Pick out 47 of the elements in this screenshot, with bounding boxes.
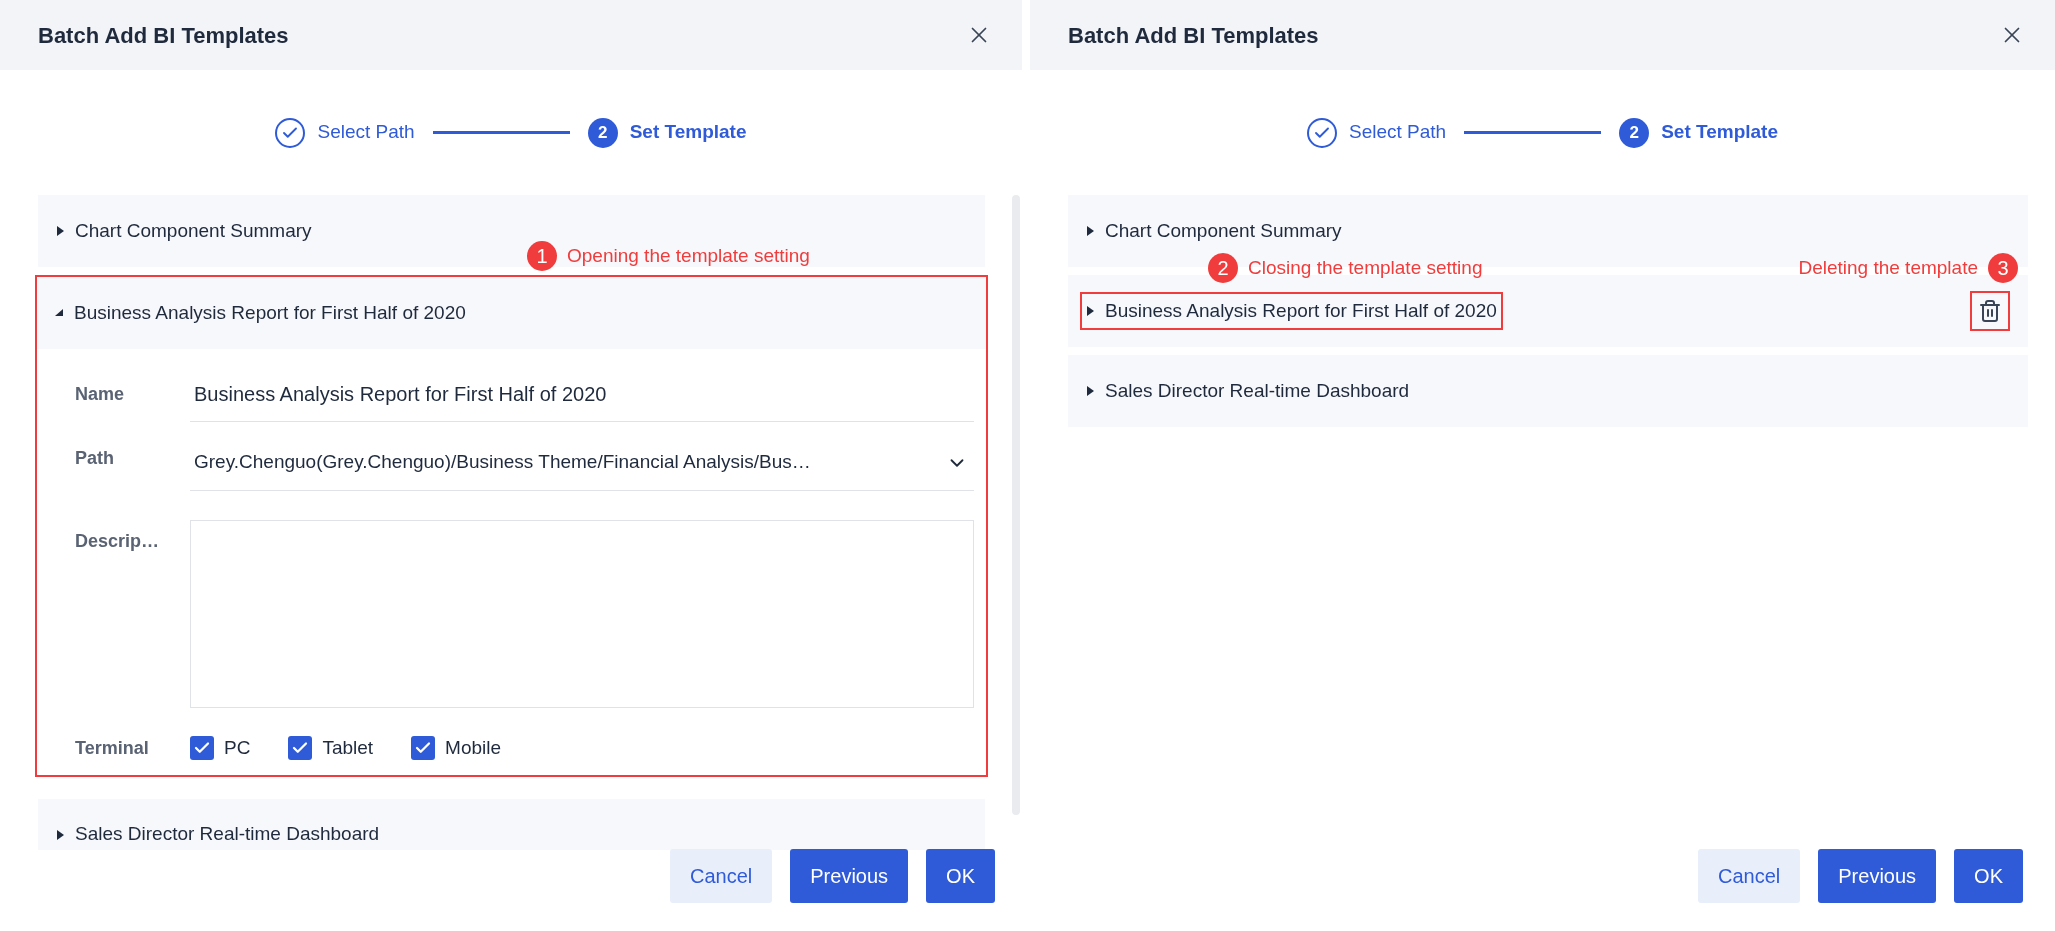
field-label: Descrip… (75, 530, 161, 553)
path-dropdown[interactable]: Grey.Chenguo(Grey.Chenguo)/Business Theme/Financial Analysis/Bus… (190, 435, 974, 491)
primary-button[interactable]: Previous (1818, 849, 1937, 903)
secondary-button[interactable]: Cancel (1698, 849, 1801, 903)
step-number: 2 (587, 117, 618, 148)
step-label: Set Template (629, 120, 747, 145)
step-check-icon (275, 117, 306, 148)
checkbox-label: Tablet (322, 736, 374, 760)
checkbox-label: PC (224, 736, 251, 760)
caret-icon[interactable] (55, 308, 64, 318)
annotation-number: 2 (1208, 253, 1238, 283)
annotation-text: Opening the template setting (567, 243, 810, 268)
step-check-icon (1307, 117, 1337, 148)
annotation-text: Closing the template setting (1248, 255, 1483, 280)
delete-button[interactable] (1970, 291, 2010, 331)
step-label: Set Template (1661, 120, 1778, 145)
caret-icon[interactable] (1086, 226, 1095, 236)
secondary-button[interactable]: Cancel (670, 849, 773, 903)
caret-icon[interactable] (56, 226, 65, 236)
step-number: 2 (1619, 117, 1650, 148)
checkbox-label: Mobile (445, 736, 502, 760)
template-title[interactable]: Business Analysis Report for First Half of 2020 (74, 298, 466, 328)
dialog-title: Batch Add BI Templates (1068, 21, 1319, 50)
primary-button[interactable]: Previous (790, 849, 909, 903)
caret-icon[interactable] (56, 829, 65, 840)
primary-button[interactable]: OK (1954, 849, 2023, 903)
checkbox[interactable] (288, 736, 313, 761)
template-title[interactable]: Sales Director Real-time Dashboard (75, 820, 380, 849)
template-title[interactable]: Chart Component Summary (1105, 216, 1342, 246)
caret-icon[interactable] (1086, 306, 1095, 316)
annotation-text: Deleting the template (1798, 255, 1978, 280)
template-title[interactable]: Business Analysis Report for First Half of 2020 (1105, 296, 1497, 326)
step-label: Select Path (1349, 120, 1447, 145)
checkbox[interactable] (190, 736, 214, 761)
name-input-field[interactable]: Business Analysis Report for First Half of 2020 (190, 367, 974, 422)
step-label: Select Path (317, 120, 415, 145)
checkbox[interactable] (411, 736, 436, 761)
primary-button[interactable]: OK (926, 849, 995, 903)
template-title[interactable]: Sales Director Real-time Dashboard (1105, 376, 1410, 406)
field-label: Name (75, 383, 126, 406)
field-label: Path (75, 446, 115, 470)
field-label: Terminal (75, 736, 150, 760)
trash-icon (1978, 299, 2002, 323)
template-title[interactable]: Chart Component Summary (75, 216, 312, 246)
dialog-title: Batch Add BI Templates (38, 21, 289, 50)
caret-icon[interactable] (1086, 386, 1095, 396)
annotation-number: 3 (1988, 253, 2018, 283)
